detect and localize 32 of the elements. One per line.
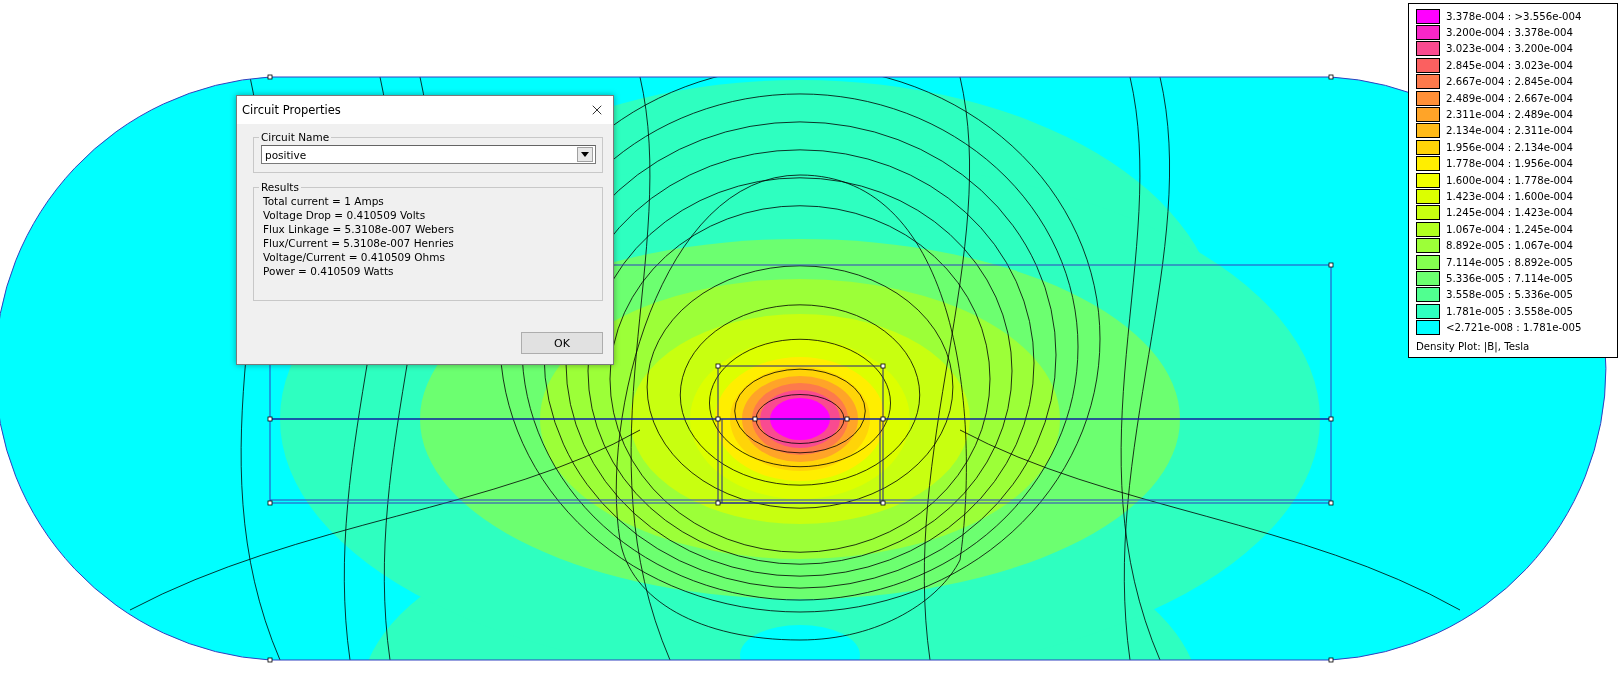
- range-label: 2.311e-004 : 2.489e-004: [1446, 109, 1573, 121]
- result-line: Power = 0.410509 Watts: [263, 265, 395, 278]
- range-label: 2.489e-004 : 2.667e-004: [1446, 92, 1573, 104]
- legend-caption: Density Plot: |B|, Tesla: [1416, 340, 1531, 352]
- range-label: 1.956e-004 : 2.134e-004: [1446, 141, 1573, 153]
- ok-button[interactable]: OK: [521, 332, 603, 354]
- circuit-name-dropdown[interactable]: positive: [261, 145, 596, 164]
- range-label: 3.378e-004 : >3.556e-004: [1446, 10, 1582, 22]
- result-line: Flux Linkage = 5.3108e-007 Webers: [263, 223, 456, 236]
- range-label: 1.600e-004 : 1.778e-004: [1446, 174, 1573, 186]
- range-label: 7.114e-005 : 8.892e-005: [1446, 256, 1573, 268]
- range-label: 2.667e-004 : 2.845e-004: [1446, 76, 1573, 88]
- range-label: 2.134e-004 : 2.311e-004: [1446, 125, 1573, 137]
- range-label: 1.778e-004 : 1.956e-004: [1446, 158, 1573, 170]
- range-label: 1.245e-004 : 1.423e-004: [1446, 207, 1573, 219]
- range-label: 1.067e-004 : 1.245e-004: [1446, 223, 1573, 235]
- group-label: Results: [260, 181, 300, 193]
- result-line: Total current = 1 Amps: [263, 195, 385, 208]
- range-label: <2.721e-008 : 1.781e-005: [1446, 322, 1582, 334]
- result-line: Voltage Drop = 0.410509 Volts: [263, 209, 427, 222]
- range-label: 5.336e-005 : 7.114e-005: [1446, 272, 1573, 284]
- range-label: 3.558e-005 : 5.336e-005: [1446, 289, 1573, 301]
- range-label: 8.892e-005 : 1.067e-004: [1446, 240, 1573, 252]
- range-label: 2.845e-004 : 3.023e-004: [1446, 59, 1573, 71]
- range-label: 1.781e-005 : 3.558e-005: [1446, 305, 1573, 317]
- group-label: Circuit Name: [260, 131, 331, 143]
- dialog-title: Circuit Properties: [242, 103, 341, 117]
- result-line: Voltage/Current = 0.410509 Ohms: [263, 251, 446, 264]
- range-label: 3.200e-004 : 3.378e-004: [1446, 27, 1573, 39]
- result-line: Flux/Current = 5.3108e-007 Henries: [263, 237, 455, 250]
- range-label: 1.423e-004 : 1.600e-004: [1446, 191, 1573, 202]
- range-label: 3.023e-004 : 3.200e-004: [1446, 43, 1573, 55]
